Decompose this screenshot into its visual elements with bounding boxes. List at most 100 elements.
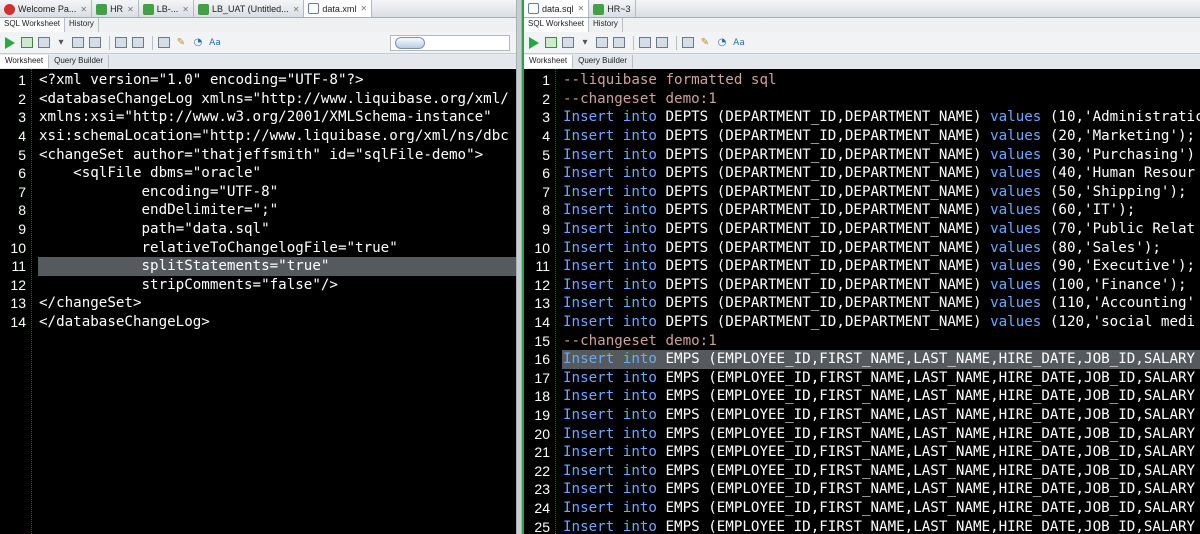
code-text: path="data.sql" xyxy=(39,221,270,238)
eraser-icon: ✎ xyxy=(700,37,710,48)
code-line: 16 Insert into EMPS (EMPLOYEE_ID,FIRST_NA… xyxy=(524,350,1200,369)
code-line: 24 Insert into EMPS (EMPLOYEE_ID,FIRST_NA… xyxy=(524,499,1200,518)
run-statement-button[interactable] xyxy=(3,36,17,50)
code-text: --liquibase formatted sql xyxy=(563,72,777,89)
line-number: 4 xyxy=(18,128,26,145)
code-text: Insert into DEPTS (DEPARTMENT_ID,DEPARTM… xyxy=(563,147,1195,163)
close-icon[interactable]: ✕ xyxy=(578,4,585,13)
sql-history-button[interactable]: ◔ xyxy=(191,36,205,50)
tab-sql-worksheet[interactable]: SQL Worksheet xyxy=(0,18,66,32)
sql-keyword: Insert xyxy=(563,425,615,442)
tab-history[interactable]: History xyxy=(589,18,623,32)
close-icon[interactable]: ✕ xyxy=(293,5,300,14)
dropdown-button[interactable]: ▾ xyxy=(54,36,68,50)
tab-lb[interactable]: LB-... ✕ xyxy=(139,0,194,17)
explain-plan-button[interactable] xyxy=(37,36,51,50)
code-text: Insert into DEPTS (DEPARTMENT_ID,DEPARTM… xyxy=(563,202,1135,218)
worksheet-icon xyxy=(682,37,694,48)
right-document-tabs: data.sql ✕ HR~3 xyxy=(524,0,1200,18)
xml-code-editor[interactable]: 1 <?xml version="1.0" encoding="UTF-8"?> 2… xyxy=(0,69,516,534)
sql-keyword: into xyxy=(622,258,657,275)
rollback-button[interactable] xyxy=(131,36,145,50)
worksheet-icon xyxy=(158,37,170,48)
tab-worksheet[interactable]: Worksheet xyxy=(524,55,574,68)
sql-text: DEPTS (DEPARTMENT_ID,DEPARTMENT_NAME) xyxy=(656,258,991,275)
eraser-button[interactable]: ✎ xyxy=(174,36,188,50)
code-line: 3 Insert into DEPTS (DEPARTMENT_ID,DEPART… xyxy=(524,108,1200,127)
code-line: 22 Insert into EMPS (EMPLOYEE_ID,FIRST_NA… xyxy=(524,462,1200,481)
code-line: 17 Insert into EMPS (EMPLOYEE_ID,FIRST_NA… xyxy=(524,369,1200,388)
chevron-down-icon: ▾ xyxy=(58,37,64,48)
connection-selector[interactable] xyxy=(390,35,510,51)
tab-sql-worksheet[interactable]: SQL Worksheet xyxy=(524,18,590,32)
run-statement-button[interactable] xyxy=(527,36,541,50)
sql-keyword: into xyxy=(622,462,657,479)
explain-plan-button[interactable] xyxy=(561,36,575,50)
sql-keyword: Insert xyxy=(563,109,615,126)
code-text: </databaseChangeLog> xyxy=(39,314,210,331)
tab-data-xml[interactable]: data.xml ✕ xyxy=(304,0,373,17)
sql-keyword: Insert xyxy=(563,128,615,145)
tab-query-builder[interactable]: Query Builder xyxy=(49,55,110,68)
code-line: 14 </databaseChangeLog> xyxy=(0,313,516,332)
sql-tuning-button[interactable] xyxy=(88,36,102,50)
close-icon[interactable]: ✕ xyxy=(182,5,189,14)
line-number: 20 xyxy=(534,425,550,442)
dropdown-button[interactable]: ▾ xyxy=(578,36,592,50)
unshared-sql-button[interactable] xyxy=(681,36,695,50)
tab-query-builder[interactable]: Query Builder xyxy=(573,55,634,68)
tab-welcome-page[interactable]: Welcome Pa... ✕ xyxy=(0,0,93,17)
sql-tuning-button[interactable] xyxy=(612,36,626,50)
tab-worksheet[interactable]: Worksheet xyxy=(0,55,50,68)
autotrace-button[interactable] xyxy=(595,36,609,50)
sql-code-editor[interactable]: 1 --liquibase formatted sql 2 --changeset d… xyxy=(524,69,1200,534)
sql-text: EMPS (EMPLOYEE_ID,FIRST_NAME,LAST_NAME,H… xyxy=(656,425,1196,442)
unshared-sql-button[interactable] xyxy=(157,36,171,50)
line-number: 6 xyxy=(18,165,26,182)
tab-lb-uat[interactable]: LB_UAT (Untitled... ✕ xyxy=(194,0,305,17)
code-line: 18 Insert into EMPS (EMPLOYEE_ID,FIRST_NA… xyxy=(524,387,1200,406)
tab-hr[interactable]: HR ✕ xyxy=(92,0,139,17)
code-line: 1 --liquibase formatted sql xyxy=(524,71,1200,90)
code-text: xmlns:xsi="http://www.w3.org/2001/XMLSch… xyxy=(39,109,492,126)
sql-text: DEPTS (DEPARTMENT_ID,DEPARTMENT_NAME) xyxy=(656,128,991,145)
code-line: 11 splitStatements="true" xyxy=(0,257,516,276)
sql-keyword: values xyxy=(990,276,1042,293)
sql-text: (90,'Executive'); xyxy=(1041,258,1196,275)
format-button[interactable]: Aa xyxy=(732,36,746,50)
close-icon[interactable]: ✕ xyxy=(80,5,87,14)
sql-text: (80,'Sales'); xyxy=(1041,239,1161,256)
sql-text: DEPTS (DEPARTMENT_ID,DEPARTMENT_NAME) xyxy=(656,295,991,312)
commit-button[interactable] xyxy=(114,36,128,50)
run-script-button[interactable] xyxy=(20,36,34,50)
close-icon[interactable]: ✕ xyxy=(360,4,367,13)
code-text: <databaseChangeLog xmlns="http://www.liq… xyxy=(39,90,509,107)
sql-history-button[interactable]: ◔ xyxy=(715,36,729,50)
tab-data-sql[interactable]: data.sql ✕ xyxy=(524,0,590,17)
code-text: stripComments="false"/> xyxy=(39,276,338,293)
format-button[interactable]: Aa xyxy=(208,36,222,50)
code-text: Insert into DEPTS (DEPARTMENT_ID,DEPARTM… xyxy=(563,295,1195,311)
sql-worksheet-icon xyxy=(142,3,154,15)
commit-button[interactable] xyxy=(638,36,652,50)
code-text: Insert into DEPTS (DEPARTMENT_ID,DEPARTM… xyxy=(563,258,1195,274)
eraser-button[interactable]: ✎ xyxy=(698,36,712,50)
rollback-button[interactable] xyxy=(655,36,669,50)
autotrace-button[interactable] xyxy=(71,36,85,50)
line-number: 10 xyxy=(534,239,550,256)
sql-text: EMPS (EMPLOYEE_ID,FIRST_NAME,LAST_NAME,H… xyxy=(656,407,1196,424)
run-script-button[interactable] xyxy=(544,36,558,50)
tab-history[interactable]: History xyxy=(65,18,99,32)
sql-keyword: into xyxy=(622,351,657,368)
script-icon xyxy=(545,37,557,48)
commit-icon xyxy=(639,37,651,48)
tab-hr3[interactable]: HR~3 xyxy=(589,0,636,17)
close-icon[interactable]: ✕ xyxy=(127,5,134,14)
